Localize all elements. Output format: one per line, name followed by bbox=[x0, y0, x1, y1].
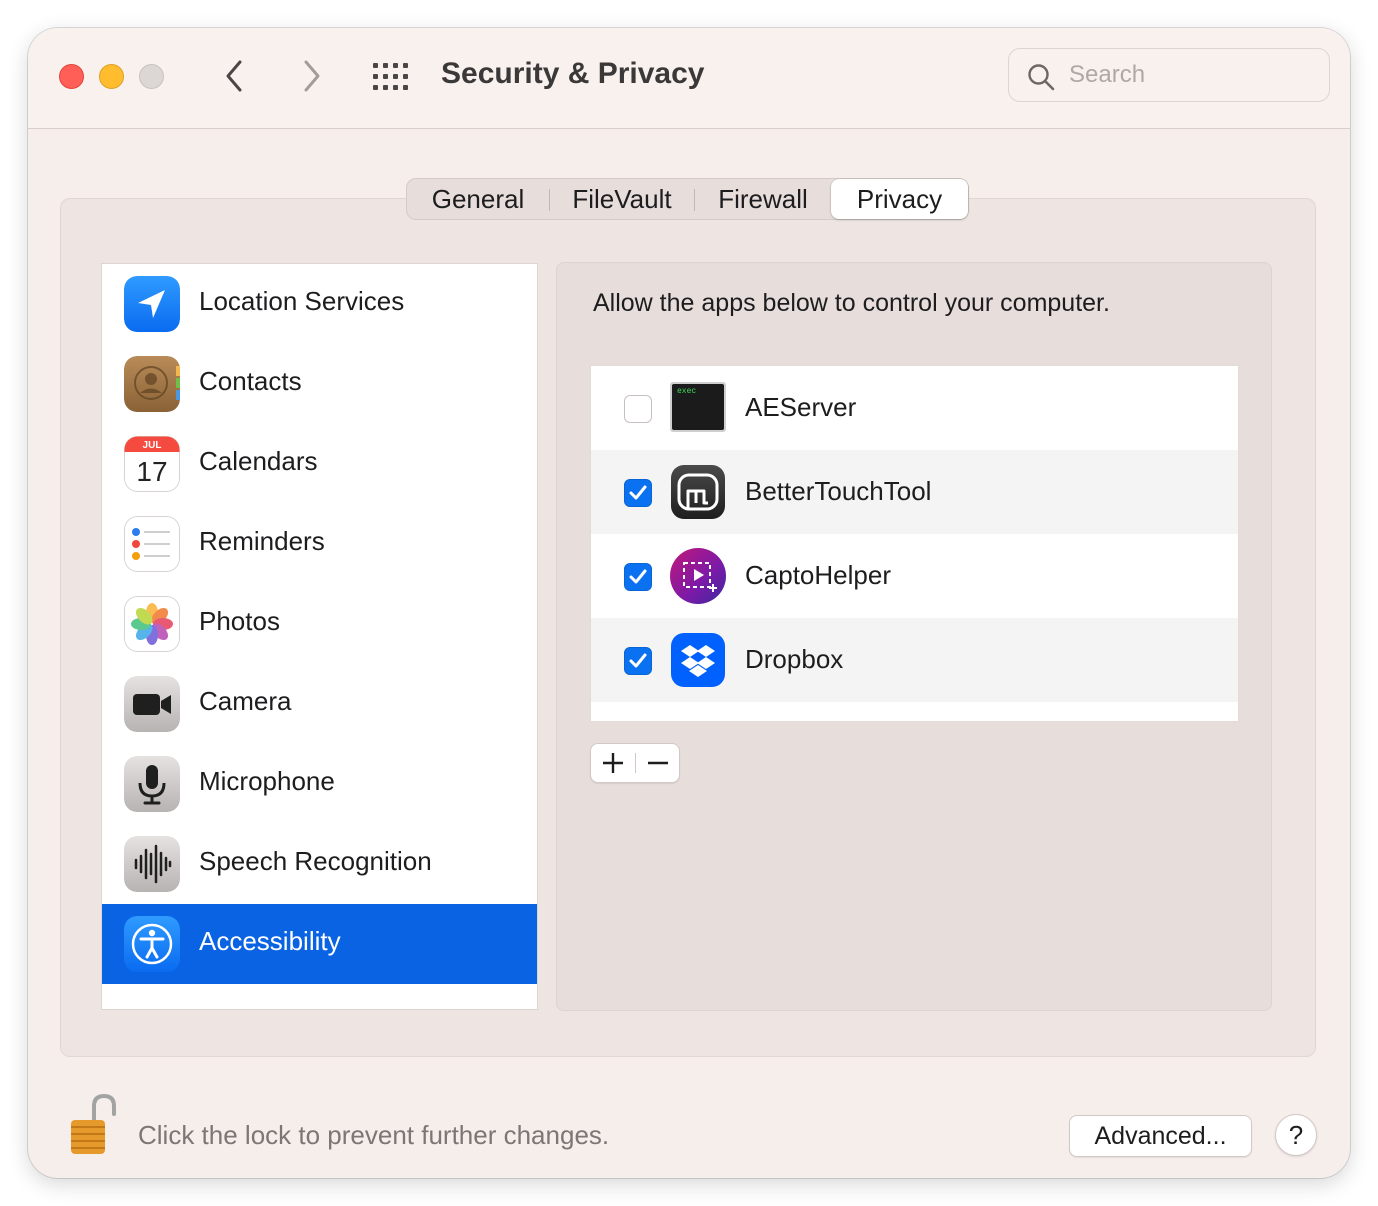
window-title: Security & Privacy bbox=[441, 57, 705, 90]
forward-button[interactable] bbox=[294, 58, 328, 94]
partial-app-icon bbox=[669, 715, 727, 722]
tab-filevault[interactable]: FileVault bbox=[550, 179, 694, 219]
app-checkbox-bettertouchtool[interactable] bbox=[624, 479, 652, 507]
checkmark-icon bbox=[629, 653, 647, 668]
calendar-icon-day: 17 bbox=[136, 456, 167, 487]
sidebar-item-accessibility[interactable]: Accessibility bbox=[102, 904, 537, 984]
sidebar-item-label: Calendars bbox=[199, 446, 318, 476]
privacy-category-list: Location Services Contacts JUL 17 Calend… bbox=[101, 263, 538, 1010]
back-button[interactable] bbox=[218, 58, 252, 94]
system-preferences-window: Security & Privacy General FileVault Fir… bbox=[28, 28, 1350, 1178]
plus-icon bbox=[603, 753, 623, 773]
sidebar-item-label: Speech Recognition bbox=[199, 846, 432, 876]
checkmark-icon bbox=[629, 485, 647, 500]
minus-icon bbox=[648, 761, 668, 765]
sidebar-item-reminders[interactable]: Reminders bbox=[102, 504, 537, 584]
app-list[interactable]: exec AEServer BetterTouchTool CaptoHelpe… bbox=[590, 365, 1239, 722]
tab-firewall[interactable]: Firewall bbox=[695, 179, 831, 219]
calendar-icon: JUL 17 bbox=[124, 436, 180, 492]
app-checkbox-aeserver[interactable] bbox=[624, 395, 652, 423]
app-name: CaptoHelper bbox=[745, 560, 891, 590]
show-all-button[interactable] bbox=[372, 62, 412, 92]
sidebar-item-label: Accessibility bbox=[199, 926, 341, 956]
sidebar-item-calendars[interactable]: JUL 17 Calendars bbox=[102, 424, 537, 504]
grid-icon bbox=[373, 63, 408, 90]
sidebar-item-camera[interactable]: Camera bbox=[102, 664, 537, 744]
speech-recognition-icon bbox=[124, 836, 180, 892]
tab-bar: General FileVault Firewall Privacy bbox=[406, 178, 969, 220]
zoom-button[interactable] bbox=[139, 64, 164, 89]
search-icon bbox=[1028, 64, 1055, 91]
chevron-right-icon bbox=[304, 60, 320, 92]
search-input[interactable] bbox=[1069, 57, 1314, 93]
sidebar-item-label: Photos bbox=[199, 606, 280, 636]
close-button[interactable] bbox=[59, 64, 84, 89]
minimize-button[interactable] bbox=[99, 64, 124, 89]
tab-general[interactable]: General bbox=[407, 179, 549, 219]
accessibility-icon bbox=[124, 916, 180, 972]
contacts-icon bbox=[124, 356, 180, 412]
app-row-partial bbox=[591, 702, 1238, 722]
app-row-captohelper: CaptoHelper bbox=[591, 534, 1238, 618]
checkmark-icon bbox=[629, 569, 647, 584]
terminal-exec-text: exec bbox=[677, 387, 696, 396]
sidebar-item-label: Reminders bbox=[199, 526, 325, 556]
bettertouchtool-icon bbox=[671, 465, 725, 519]
app-checkbox-captohelper[interactable] bbox=[624, 563, 652, 591]
camera-icon bbox=[124, 676, 180, 732]
app-row-bettertouchtool: BetterTouchTool bbox=[591, 450, 1238, 534]
captohelper-icon bbox=[670, 548, 726, 604]
chevron-left-icon bbox=[226, 60, 242, 92]
add-remove-control bbox=[590, 743, 680, 783]
tab-privacy[interactable]: Privacy bbox=[831, 179, 968, 219]
app-name: AEServer bbox=[745, 392, 857, 422]
app-checkbox-dropbox[interactable] bbox=[624, 647, 652, 675]
app-row-aeserver: exec AEServer bbox=[591, 366, 1238, 450]
help-button[interactable]: ? bbox=[1275, 1114, 1317, 1156]
sidebar-item-label: Camera bbox=[199, 686, 292, 716]
lock-button[interactable] bbox=[68, 1092, 118, 1158]
location-icon bbox=[124, 276, 180, 332]
sidebar-item-microphone[interactable]: Microphone bbox=[102, 744, 537, 824]
photos-icon bbox=[124, 596, 180, 652]
sidebar-item-location-services[interactable]: Location Services bbox=[102, 264, 537, 344]
accessibility-panel: Allow the apps below to control your com… bbox=[556, 262, 1272, 1011]
title-bar: Security & Privacy bbox=[28, 28, 1350, 129]
sidebar-item-speech-recognition[interactable]: Speech Recognition bbox=[102, 824, 537, 904]
remove-app-button[interactable] bbox=[636, 744, 680, 782]
calendar-icon-month: JUL bbox=[143, 440, 162, 451]
sidebar-item-contacts[interactable]: Contacts bbox=[102, 344, 537, 424]
dropbox-icon bbox=[671, 633, 725, 687]
sidebar-item-photos[interactable]: Photos bbox=[102, 584, 537, 664]
sidebar-item-label: Microphone bbox=[199, 766, 335, 796]
terminal-exec-icon: exec bbox=[670, 382, 726, 432]
sidebar-item-label: Contacts bbox=[199, 366, 302, 396]
app-row-dropbox: Dropbox bbox=[591, 618, 1238, 702]
search-field[interactable] bbox=[1008, 48, 1330, 102]
microphone-icon bbox=[124, 756, 180, 812]
advanced-button[interactable]: Advanced... bbox=[1069, 1115, 1252, 1157]
app-name: BetterTouchTool bbox=[745, 476, 932, 506]
lock-status-text: Click the lock to prevent further change… bbox=[138, 1120, 610, 1150]
sidebar-item-label: Location Services bbox=[199, 286, 405, 316]
unlocked-padlock-icon bbox=[71, 1093, 116, 1154]
add-app-button[interactable] bbox=[591, 744, 635, 782]
app-name: Dropbox bbox=[745, 644, 844, 674]
panel-description: Allow the apps below to control your com… bbox=[593, 289, 1110, 317]
reminders-icon bbox=[124, 516, 180, 572]
